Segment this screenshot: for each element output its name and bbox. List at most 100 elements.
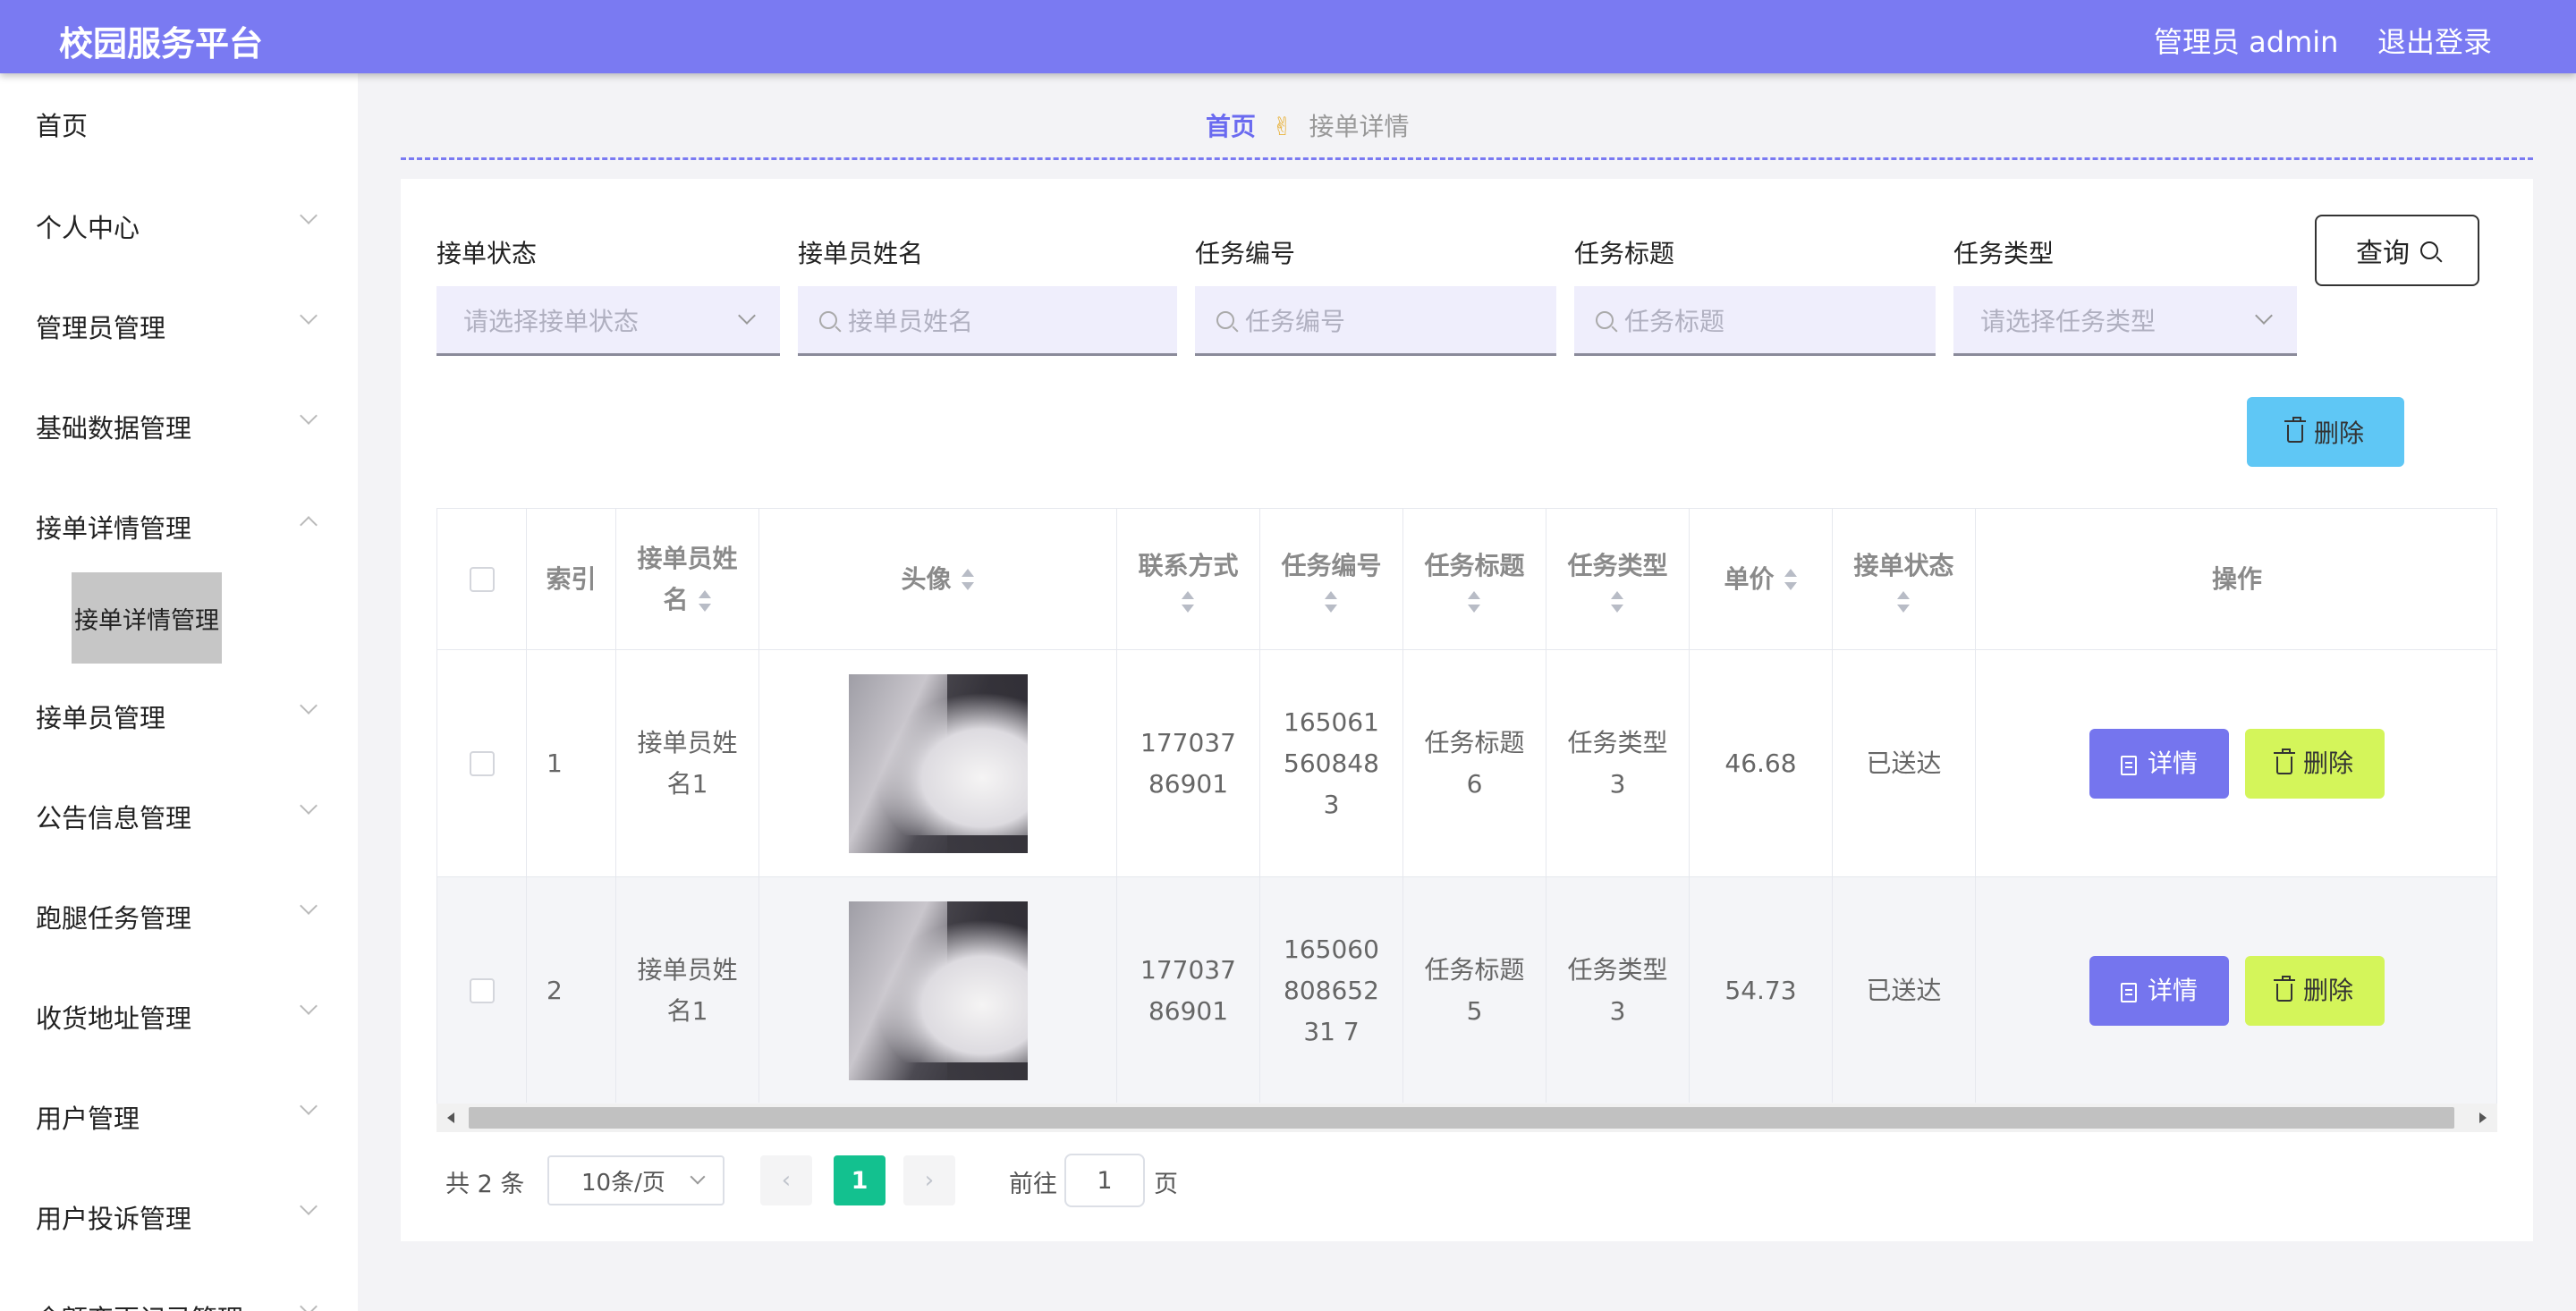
delete-button[interactable]: 删除: [2245, 956, 2385, 1026]
page-size-select[interactable]: 10条/页: [547, 1155, 724, 1205]
top-header: 校园服务平台 管理员 admin 退出登录: [0, 0, 2576, 73]
prev-page-button[interactable]: ‹: [760, 1155, 812, 1205]
chevron-down-icon: [300, 697, 318, 715]
cell-index: 2: [547, 976, 563, 1005]
row-checkbox[interactable]: [469, 751, 495, 776]
scroll-left-arrow-icon[interactable]: [447, 1112, 454, 1123]
table-header-task-title[interactable]: 任务标题: [1403, 509, 1546, 650]
document-icon: [2120, 756, 2137, 775]
order-details-table: 索引 1 2 接单员姓名 接单员姓名1 接单员姓名1 头像 联系方式 17703…: [436, 508, 2497, 1132]
search-icon: [819, 310, 837, 329]
sort-icon[interactable]: [1324, 590, 1338, 613]
table-header-task-no[interactable]: 任务编号: [1260, 509, 1402, 650]
query-button[interactable]: 查询: [2315, 215, 2479, 286]
next-page-button[interactable]: ›: [903, 1155, 955, 1205]
cell-status: 已送达: [1866, 976, 1942, 1005]
sidebar-item-personal-center[interactable]: 个人中心: [36, 207, 140, 245]
total-count: 共 2 条: [445, 1171, 525, 1198]
chevron-down-icon: [300, 797, 318, 815]
sidebar-item-complaints[interactable]: 用户投诉管理: [36, 1198, 191, 1236]
table-header-index[interactable]: 索引: [527, 509, 615, 650]
sidebar-item-addresses[interactable]: 收货地址管理: [36, 998, 191, 1036]
admin-label: 管理员 admin: [2154, 25, 2339, 59]
status-select-placeholder: 请选择接单状态: [463, 306, 640, 336]
sort-icon[interactable]: [698, 589, 712, 613]
sort-icon[interactable]: [1784, 568, 1798, 591]
table-header-task-type[interactable]: 任务类型: [1546, 509, 1689, 650]
sidebar-item-home[interactable]: 首页: [36, 106, 88, 143]
col-task-title: 任务标题 任务标题6 任务标题5: [1403, 509, 1546, 1103]
cell-task-title: 任务标题6: [1424, 728, 1525, 799]
sidebar-item-balance-log[interactable]: 余额变更记录管理: [36, 1298, 243, 1311]
select-all-checkbox[interactable]: [469, 566, 495, 592]
chevron-down-icon: [738, 307, 756, 325]
sidebar-item-order-details[interactable]: 接单详情管理: [36, 508, 191, 546]
table-header-runner-name[interactable]: 接单员姓名: [616, 509, 758, 650]
filter-label-name: 接单员姓名: [798, 239, 924, 268]
sort-icon[interactable]: [1467, 590, 1481, 613]
cell-task-type: 任务类型3: [1567, 728, 1668, 799]
chevron-down-icon: [300, 1097, 318, 1115]
task-title-input[interactable]: 任务标题: [1574, 286, 1936, 356]
sidebar-item-basic-data[interactable]: 基础数据管理: [36, 408, 191, 445]
sidebar-item-admin[interactable]: 管理员管理: [36, 308, 165, 345]
table-header-avatar[interactable]: 头像: [759, 509, 1116, 650]
table-header-price[interactable]: 单价: [1690, 509, 1832, 650]
cell-price: 54.73: [1724, 976, 1797, 1005]
sidebar-item-errand-tasks[interactable]: 跑腿任务管理: [36, 898, 191, 935]
cell-runner-name: 接单员姓名1: [637, 728, 738, 799]
app-title: 校园服务平台: [59, 24, 264, 63]
col-actions: 操作 详情 删除 详情 删除: [1976, 509, 2496, 1103]
avatar-image: [848, 674, 1028, 853]
table-header-status[interactable]: 接单状态: [1833, 509, 1975, 650]
status-select[interactable]: 请选择接单状态: [436, 286, 780, 356]
avatar-image: [848, 901, 1028, 1080]
sort-icon[interactable]: [1610, 590, 1624, 613]
query-button-label: 查询: [2356, 238, 2410, 269]
task-no-input[interactable]: 任务编号: [1195, 286, 1556, 356]
document-icon: [2120, 983, 2137, 1002]
chevron-down-icon: [300, 1197, 318, 1215]
logout-link[interactable]: 退出登录: [2377, 20, 2492, 61]
col-phone: 联系方式 17703786901 17703786901: [1117, 509, 1260, 1103]
sidebar-item-announcements[interactable]: 公告信息管理: [36, 798, 191, 835]
sort-icon[interactable]: [961, 568, 975, 591]
sidebar-item-runners[interactable]: 接单员管理: [36, 698, 165, 735]
detail-button[interactable]: 详情: [2089, 729, 2229, 799]
sort-icon[interactable]: [1896, 590, 1911, 613]
batch-delete-label: 删除: [2313, 419, 2364, 448]
delete-button[interactable]: 删除: [2245, 729, 2385, 799]
row-checkbox[interactable]: [469, 978, 495, 1003]
page-number-current[interactable]: 1: [834, 1155, 886, 1205]
goto-page-input[interactable]: 1: [1064, 1154, 1145, 1207]
breadcrumb: 首页 ✌ 接单详情: [1206, 107, 1410, 143]
cell-task-no: 1650615608483: [1284, 707, 1379, 819]
trash-icon: [2273, 976, 2295, 1002]
filter-label-status: 接单状态: [436, 239, 538, 268]
goto-suffix: 页: [1154, 1171, 1178, 1198]
batch-delete-button[interactable]: 删除: [2247, 397, 2404, 467]
runner-name-placeholder: 接单员姓名: [848, 306, 974, 336]
sidebar-subitem-order-details[interactable]: 接单详情管理: [72, 572, 222, 664]
filter-label-task-title: 任务标题: [1574, 239, 1675, 268]
trash-icon: [2273, 749, 2295, 774]
task-type-select[interactable]: 请选择任务类型: [1953, 286, 2297, 356]
breadcrumb-current: 接单详情: [1309, 112, 1410, 141]
search-icon: [1216, 310, 1234, 329]
breadcrumb-home[interactable]: 首页: [1206, 112, 1256, 141]
cell-index: 1: [547, 749, 563, 778]
table-header-actions: 操作: [1976, 509, 2496, 650]
page-size-value: 10条/页: [581, 1169, 665, 1197]
detail-button[interactable]: 详情: [2089, 956, 2229, 1026]
horizontal-scrollbar[interactable]: [436, 1104, 2497, 1132]
scrollbar-thumb[interactable]: [469, 1107, 2454, 1129]
scroll-right-arrow-icon[interactable]: [2479, 1112, 2487, 1123]
sort-icon[interactable]: [1181, 590, 1195, 613]
col-task-no: 任务编号 1650615608483 16506080865231 7: [1260, 509, 1403, 1103]
runner-name-input[interactable]: 接单员姓名: [798, 286, 1177, 356]
table-header-phone[interactable]: 联系方式: [1117, 509, 1259, 650]
cell-task-title: 任务标题5: [1424, 955, 1525, 1026]
sidebar: 首页 个人中心 管理员管理 基础数据管理 接单详情管理 接单详情管理 接单员管理…: [0, 73, 358, 1311]
chevron-down-icon: [300, 307, 318, 325]
sidebar-item-users[interactable]: 用户管理: [36, 1098, 140, 1136]
